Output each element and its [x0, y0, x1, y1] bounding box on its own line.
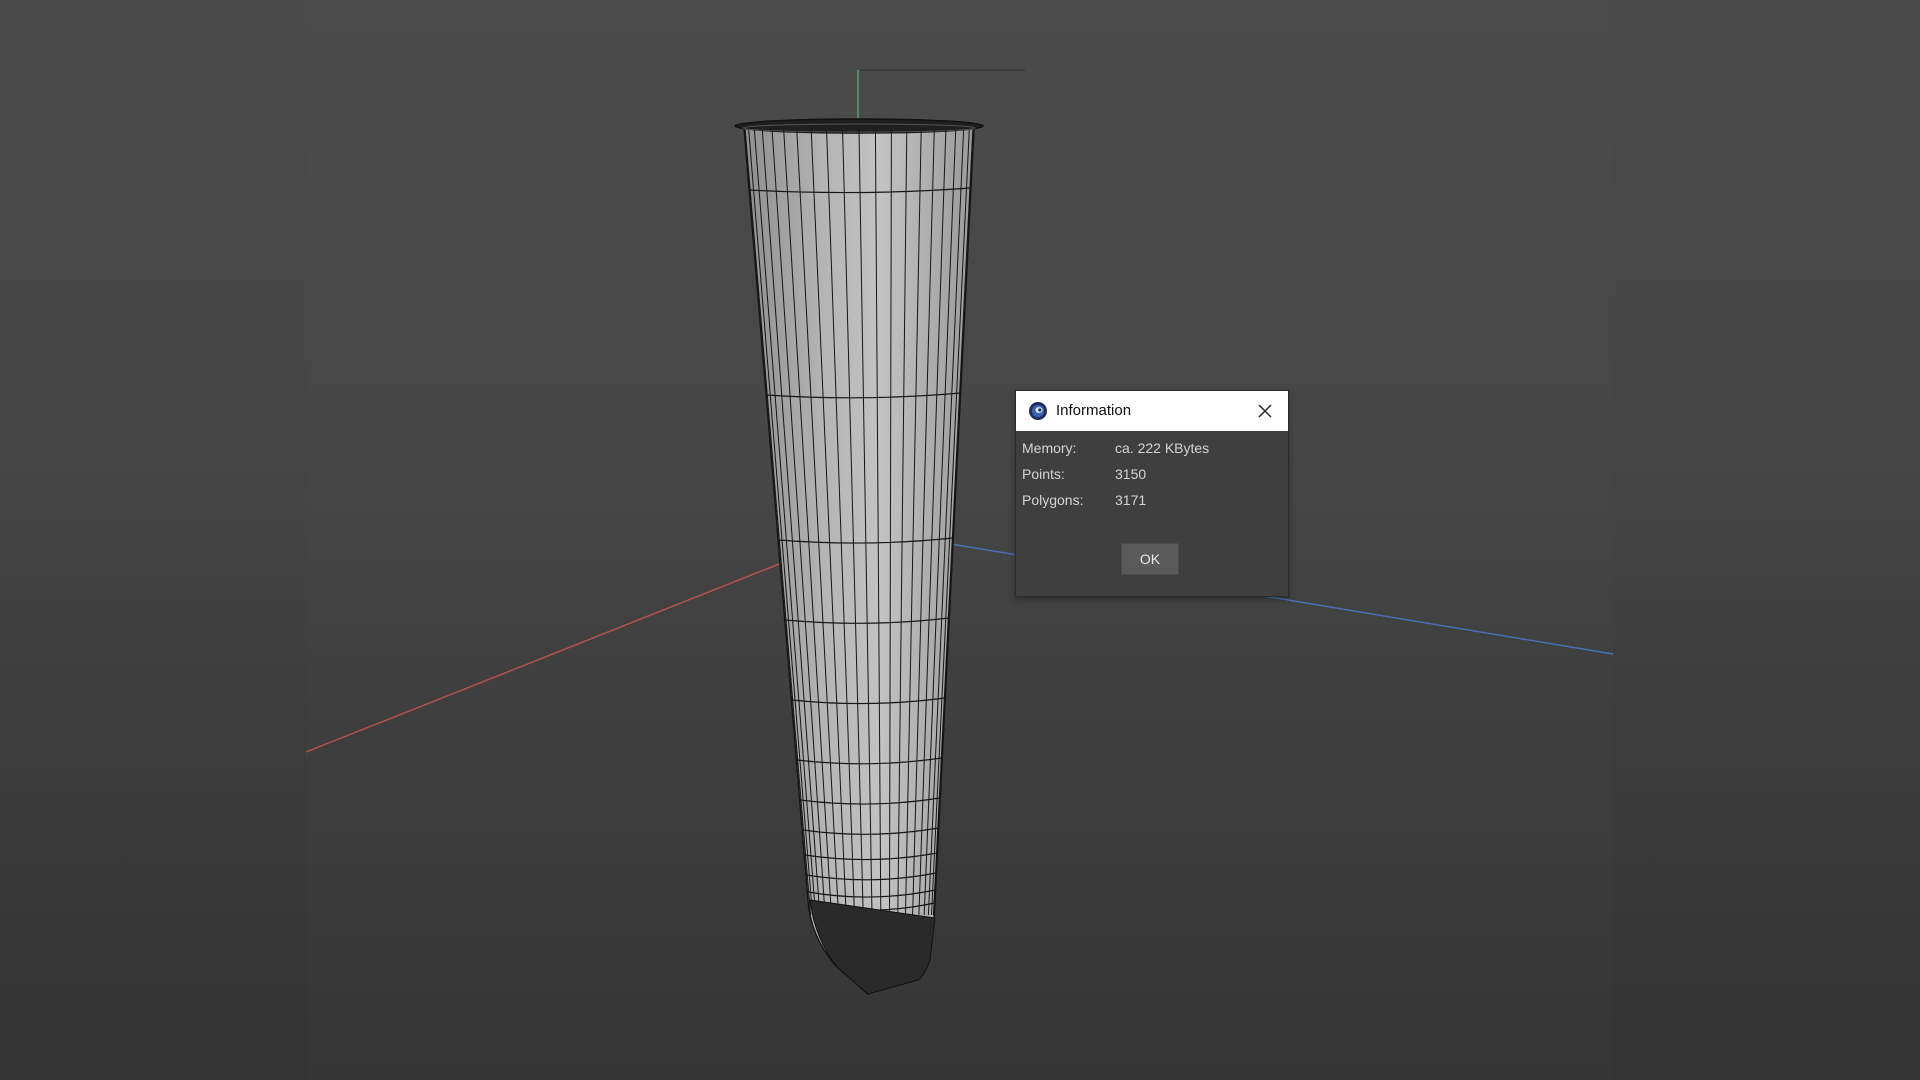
points-row: Points: 3150: [1022, 466, 1282, 486]
dialog-title: Information: [1056, 402, 1132, 419]
polygons-value: 3171: [1115, 492, 1147, 508]
information-dialog: Information Memory: ca. 222 KBytes Point…: [1015, 390, 1289, 597]
polygons-label: Polygons:: [1022, 492, 1084, 508]
ok-button[interactable]: OK: [1121, 543, 1179, 575]
memory-row: Memory: ca. 222 KBytes: [1022, 440, 1282, 460]
polygons-row: Polygons: 3171: [1022, 492, 1282, 512]
cone-body: [743, 127, 975, 995]
cinema4d-app-icon: [1029, 402, 1047, 420]
x-axis-line: [305, 542, 833, 753]
scene-canvas[interactable]: [0, 0, 1920, 1080]
memory-label: Memory:: [1022, 440, 1077, 456]
points-value: 3150: [1115, 466, 1147, 482]
points-label: Points:: [1022, 466, 1065, 482]
close-icon: [1258, 404, 1272, 418]
dialog-titlebar[interactable]: Information: [1016, 391, 1288, 431]
close-button[interactable]: [1242, 391, 1288, 431]
3d-viewport[interactable]: Information Memory: ca. 222 KBytes Point…: [0, 0, 1920, 1080]
memory-value: ca. 222 KBytes: [1115, 440, 1210, 456]
